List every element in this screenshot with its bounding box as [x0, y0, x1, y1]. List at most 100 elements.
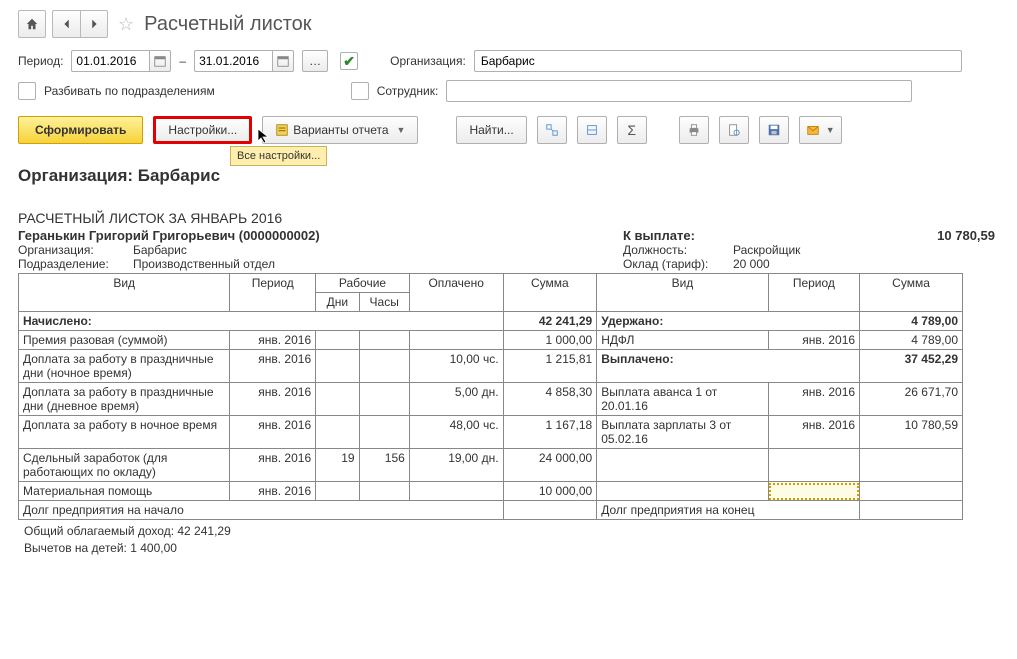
printer-icon: [687, 123, 701, 137]
emp-input[interactable]: [446, 80, 912, 102]
split-check[interactable]: [18, 82, 36, 100]
cell: 24 000,00: [503, 449, 597, 482]
cell: [359, 383, 409, 416]
cell: янв. 2016: [230, 416, 316, 449]
info-dept-label: Подразделение:: [18, 257, 133, 271]
cell: [597, 449, 768, 482]
home-icon: [25, 17, 39, 31]
chevron-down-icon: ▼: [826, 125, 835, 135]
withheld-value: 4 789,00: [860, 312, 963, 331]
org-input[interactable]: [474, 50, 962, 72]
arrow-left-icon: [60, 17, 74, 31]
settings-tooltip: Все настройки...: [230, 146, 327, 166]
cell: 10 780,59: [860, 416, 963, 449]
th-sum: Сумма: [503, 274, 597, 312]
info-org-value: Барбарис: [133, 243, 187, 257]
page-title: Расчетный листок: [144, 13, 311, 36]
cell: янв. 2016: [768, 416, 859, 449]
selected-cell[interactable]: [768, 482, 859, 501]
th-hours: Часы: [359, 293, 409, 312]
favorite-icon[interactable]: ☆: [118, 14, 134, 35]
cell: 5,00 дн.: [409, 383, 503, 416]
child-deductions: Вычетов на детей: 1 400,00: [20, 541, 235, 556]
home-button[interactable]: [18, 10, 46, 38]
preview-button[interactable]: [719, 116, 749, 144]
cell: [359, 350, 409, 383]
cell: Доплата за работу в праздничные дни (дне…: [19, 383, 230, 416]
document-preview-icon: [727, 123, 741, 137]
debt-start: Долг предприятия на начало: [19, 501, 504, 520]
cell: 1 167,18: [503, 416, 597, 449]
sigma-icon: Σ: [627, 122, 636, 138]
cell: янв. 2016: [230, 331, 316, 350]
settings-button-label: Настройки...: [168, 123, 237, 137]
save-button[interactable]: [759, 116, 789, 144]
chevron-down-icon: ▼: [397, 125, 406, 135]
cell: [409, 331, 503, 350]
cell: [359, 331, 409, 350]
cell: Выплата зарплаты 3 от 05.02.16: [597, 416, 768, 449]
info-sal-label: Оклад (тариф):: [623, 257, 733, 271]
accrued-value: 42 241,29: [503, 312, 597, 331]
period-check[interactable]: ✔: [340, 52, 358, 70]
cell: 26 671,70: [860, 383, 963, 416]
cell: Доплата за работу в праздничные дни (ноч…: [19, 350, 230, 383]
expand-button[interactable]: [537, 116, 567, 144]
info-pos-label: Должность:: [623, 243, 733, 257]
settings-button[interactable]: Настройки...: [153, 116, 252, 144]
info-pos-value: Раскройщик: [733, 243, 800, 257]
taxable-income: Общий облагаемый доход: 42 241,29: [20, 524, 235, 539]
cell: янв. 2016: [230, 350, 316, 383]
date-to-cal-button[interactable]: [272, 50, 294, 72]
cell: [359, 416, 409, 449]
th-days: Дни: [316, 293, 359, 312]
cell: Сдельный заработок (для работающих по ок…: [19, 449, 230, 482]
cell: янв. 2016: [768, 383, 859, 416]
collapse-button[interactable]: [577, 116, 607, 144]
th-period2: Период: [768, 274, 859, 312]
forward-button[interactable]: [80, 10, 108, 38]
cell: Выплата аванса 1 от 20.01.16: [597, 383, 768, 416]
variants-label: Варианты отчета: [293, 123, 388, 137]
back-button[interactable]: [52, 10, 80, 38]
emp-check[interactable]: [351, 82, 369, 100]
sum-button[interactable]: Σ: [617, 116, 647, 144]
cell: 4 858,30: [503, 383, 597, 416]
mail-icon: [806, 123, 820, 137]
date-from-cal-button[interactable]: [149, 50, 171, 72]
cell: 48,00 чс.: [409, 416, 503, 449]
th-work: Рабочие: [316, 274, 410, 293]
find-button[interactable]: Найти...: [456, 116, 526, 144]
cell: [316, 416, 359, 449]
th-sum2: Сумма: [860, 274, 963, 312]
info-org-label: Организация:: [18, 243, 133, 257]
variants-button[interactable]: Варианты отчета ▼: [262, 116, 418, 144]
withheld-label: Удержано:: [597, 312, 860, 331]
cell: [409, 482, 503, 501]
cell: 156: [359, 449, 409, 482]
period-label: Период:: [18, 54, 63, 68]
print-button[interactable]: [679, 116, 709, 144]
cell: [359, 482, 409, 501]
cell: янв. 2016: [230, 482, 316, 501]
th-vid: Вид: [19, 274, 230, 312]
calendar-icon: [153, 54, 167, 68]
report-subtitle: РАСЧЕТНЫЙ ЛИСТОК ЗА ЯНВАРЬ 2016: [18, 210, 1005, 226]
cell: [316, 331, 359, 350]
expand-icon: [545, 123, 559, 137]
cell: 19: [316, 449, 359, 482]
th-paid: Оплачено: [409, 274, 503, 312]
accrued-label: Начислено:: [19, 312, 504, 331]
cell: янв. 2016: [230, 383, 316, 416]
floppy-icon: [767, 123, 781, 137]
date-from-input[interactable]: [71, 50, 149, 72]
paid-section-value: 37 452,29: [860, 350, 963, 383]
cell: [597, 482, 768, 501]
collapse-icon: [585, 123, 599, 137]
date-to-input[interactable]: [194, 50, 272, 72]
period-ellipsis-button[interactable]: …: [302, 50, 328, 72]
th-vid2: Вид: [597, 274, 768, 312]
cell: 10 000,00: [503, 482, 597, 501]
mail-button[interactable]: ▼: [799, 116, 842, 144]
generate-button[interactable]: Сформировать: [18, 116, 143, 144]
